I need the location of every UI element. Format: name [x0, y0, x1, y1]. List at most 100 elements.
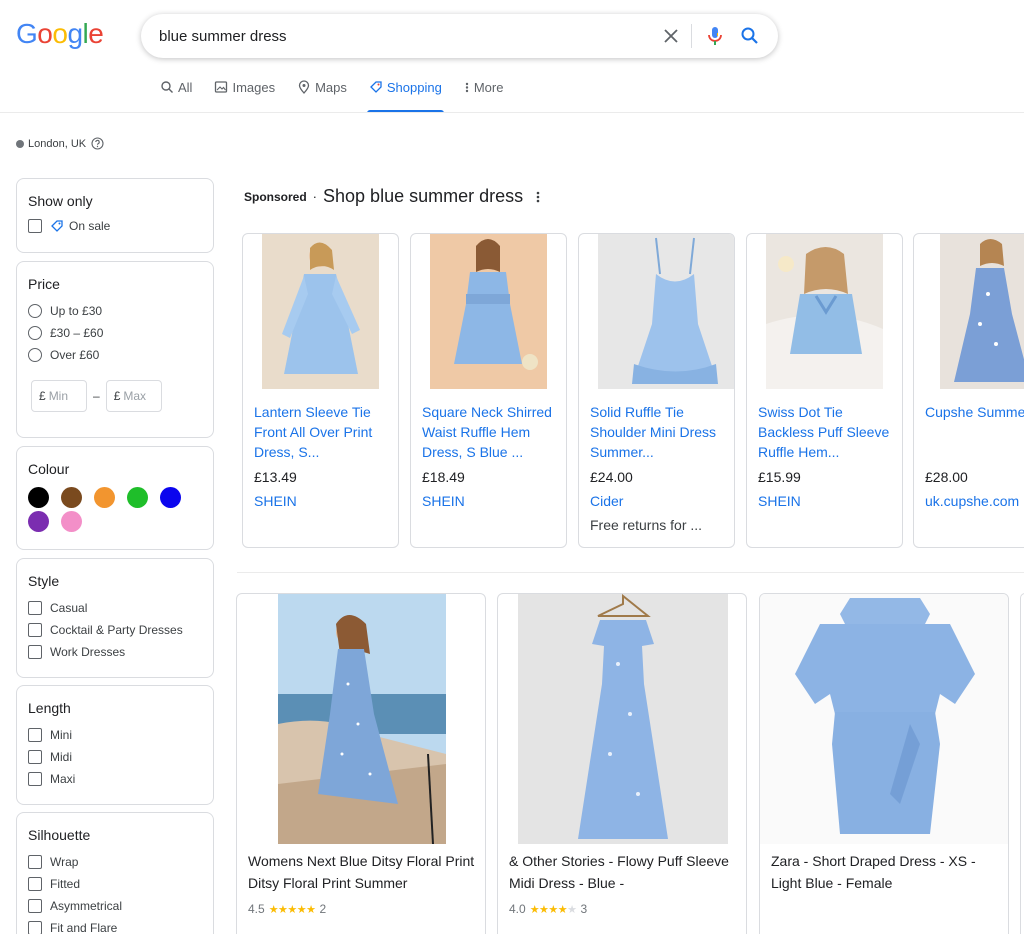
tab-shopping[interactable]: Shopping	[366, 80, 444, 113]
filter-price: Price Up to £30 £30 – £60 Over £60 £ Min…	[16, 261, 214, 438]
filter-option-style[interactable]: Casual	[28, 597, 213, 619]
filter-option-style[interactable]: Work Dresses	[28, 641, 213, 663]
product-result-card[interactable]: Womens Next Blue Ditsy Floral Print Dits…	[236, 593, 486, 934]
sponsored-product-card[interactable]: Cupshe Summer Passion Ditsy Floral Wrap …	[913, 233, 1024, 548]
filter-option-price[interactable]: Over £60	[28, 344, 213, 366]
product-merchant[interactable]: SHEIN	[254, 493, 297, 509]
checkbox[interactable]	[28, 623, 42, 637]
sponsored-product-card[interactable]: Swiss Dot Tie Backless Puff Sleeve Ruffl…	[746, 233, 903, 548]
filter-silhouette: Silhouette Wrap Fitted Asymmetrical Fit …	[16, 812, 214, 934]
product-title[interactable]: Womens Next Blue Ditsy Floral Print Dits…	[248, 850, 478, 894]
product-merchant[interactable]: Cider	[590, 493, 623, 509]
product-title[interactable]: Lantern Sleeve Tie Front All Over Print …	[254, 402, 394, 462]
product-result-card-partial[interactable]	[1020, 593, 1024, 934]
review-count[interactable]: 3	[581, 902, 588, 916]
more-vert-icon[interactable]	[535, 190, 541, 204]
checkbox[interactable]	[28, 877, 42, 891]
tab-maps[interactable]: Maps	[297, 80, 347, 113]
product-image	[760, 594, 1008, 844]
filter-option-label: Fit and Flare	[50, 921, 118, 934]
product-result-card[interactable]: & Other Stories - Flowy Puff Sleeve Midi…	[497, 593, 747, 934]
location-dot-icon	[16, 139, 24, 148]
checkbox[interactable]	[28, 601, 42, 615]
product-merchant[interactable]: SHEIN	[758, 493, 801, 509]
search-divider	[691, 24, 692, 48]
checkbox[interactable]	[28, 855, 42, 869]
colour-swatch[interactable]	[61, 511, 82, 532]
filter-title: Style	[28, 573, 60, 589]
product-title[interactable]: Cupshe Summer Passion Ditsy Floral Wrap …	[925, 402, 1024, 422]
placeholder: Max	[123, 389, 147, 403]
section-divider	[237, 572, 1024, 573]
price-min-input[interactable]: £ Min	[31, 380, 87, 412]
range-dash: –	[93, 389, 100, 403]
filter-option-silhouette[interactable]: Asymmetrical	[28, 895, 213, 917]
tab-images[interactable]: Images	[214, 80, 275, 113]
product-merchant[interactable]: uk.cupshe.com	[925, 493, 1019, 509]
sponsored-product-card[interactable]: Solid Ruffle Tie Shoulder Mini Dress Sum…	[578, 233, 735, 548]
filter-option-label: Wrap	[50, 855, 79, 869]
colour-swatch[interactable]	[94, 487, 115, 508]
location-text: London, UK	[28, 137, 87, 150]
product-image	[518, 594, 728, 844]
product-title[interactable]: & Other Stories - Flowy Puff Sleeve Midi…	[509, 850, 739, 894]
search-icon[interactable]	[738, 24, 762, 48]
filter-option-silhouette[interactable]: Fitted	[28, 873, 213, 895]
checkbox[interactable]	[28, 772, 42, 786]
product-title[interactable]: Square Neck Shirred Waist Ruffle Hem Dre…	[422, 402, 562, 462]
product-image	[430, 234, 547, 389]
review-count[interactable]: 2	[320, 902, 327, 916]
location-indicator[interactable]: London, UK	[16, 137, 104, 150]
help-icon[interactable]	[91, 137, 104, 150]
filter-option-length[interactable]: Maxi	[28, 768, 213, 790]
colour-swatch[interactable]	[127, 487, 148, 508]
filter-option-label: On sale	[69, 219, 111, 233]
checkbox[interactable]	[28, 921, 42, 934]
search-input[interactable]	[159, 24, 639, 48]
product-title[interactable]: Solid Ruffle Tie Shoulder Mini Dress Sum…	[590, 402, 730, 462]
google-logo[interactable]: Google	[16, 18, 104, 50]
product-title[interactable]: Swiss Dot Tie Backless Puff Sleeve Ruffl…	[758, 402, 898, 462]
radio-button[interactable]	[28, 304, 42, 318]
filter-option-silhouette[interactable]: Wrap	[28, 851, 213, 873]
tab-all[interactable]: All	[160, 80, 192, 113]
radio-button[interactable]	[28, 326, 42, 340]
checkbox[interactable]	[28, 750, 42, 764]
microphone-icon[interactable]	[703, 24, 727, 48]
logo-letter: G	[16, 18, 38, 49]
product-merchant[interactable]: SHEIN	[422, 493, 465, 509]
sponsored-title: Shop blue summer dress	[323, 186, 524, 206]
checkbox[interactable]	[28, 899, 42, 913]
filter-option-price[interactable]: Up to £30	[28, 300, 213, 322]
filter-option-label: Mini	[50, 728, 73, 742]
filter-option-label: Asymmetrical	[50, 899, 123, 913]
sponsored-product-card[interactable]: Square Neck Shirred Waist Ruffle Hem Dre…	[410, 233, 567, 548]
sponsored-product-card[interactable]: Lantern Sleeve Tie Front All Over Print …	[242, 233, 399, 548]
filter-option-length[interactable]: Mini	[28, 724, 213, 746]
rating-value: 4.0	[509, 902, 526, 916]
price-max-input[interactable]: £ Max	[105, 380, 162, 412]
checkbox[interactable]	[28, 645, 42, 659]
product-title[interactable]: Zara - Short Draped Dress - XS - Light B…	[771, 850, 1001, 894]
product-returns-note: Free returns for ...	[590, 517, 703, 533]
filter-option-on-sale[interactable]: On sale	[28, 215, 213, 237]
checkbox[interactable]	[28, 219, 42, 233]
filter-option-price[interactable]: £30 – £60	[28, 322, 213, 344]
colour-swatch[interactable]	[28, 511, 49, 532]
filter-option-style[interactable]: Cocktail & Party Dresses	[28, 619, 213, 641]
product-result-card[interactable]: Zara - Short Draped Dress - XS - Light B…	[759, 593, 1009, 934]
currency-symbol: £	[113, 389, 121, 403]
colour-swatch[interactable]	[28, 487, 49, 508]
checkbox[interactable]	[28, 728, 42, 742]
filter-option-silhouette[interactable]: Fit and Flare	[28, 917, 213, 934]
filter-title: Show only	[28, 193, 93, 209]
tab-more[interactable]: More	[464, 80, 503, 113]
clear-icon[interactable]	[659, 24, 683, 48]
colour-swatch[interactable]	[61, 487, 82, 508]
rating-stars-icon: ★★★★★	[529, 903, 577, 916]
product-image	[598, 234, 734, 389]
colour-swatch[interactable]	[160, 487, 181, 508]
filter-option-length[interactable]: Midi	[28, 746, 213, 768]
radio-button[interactable]	[28, 348, 42, 362]
product-image	[940, 234, 1024, 389]
